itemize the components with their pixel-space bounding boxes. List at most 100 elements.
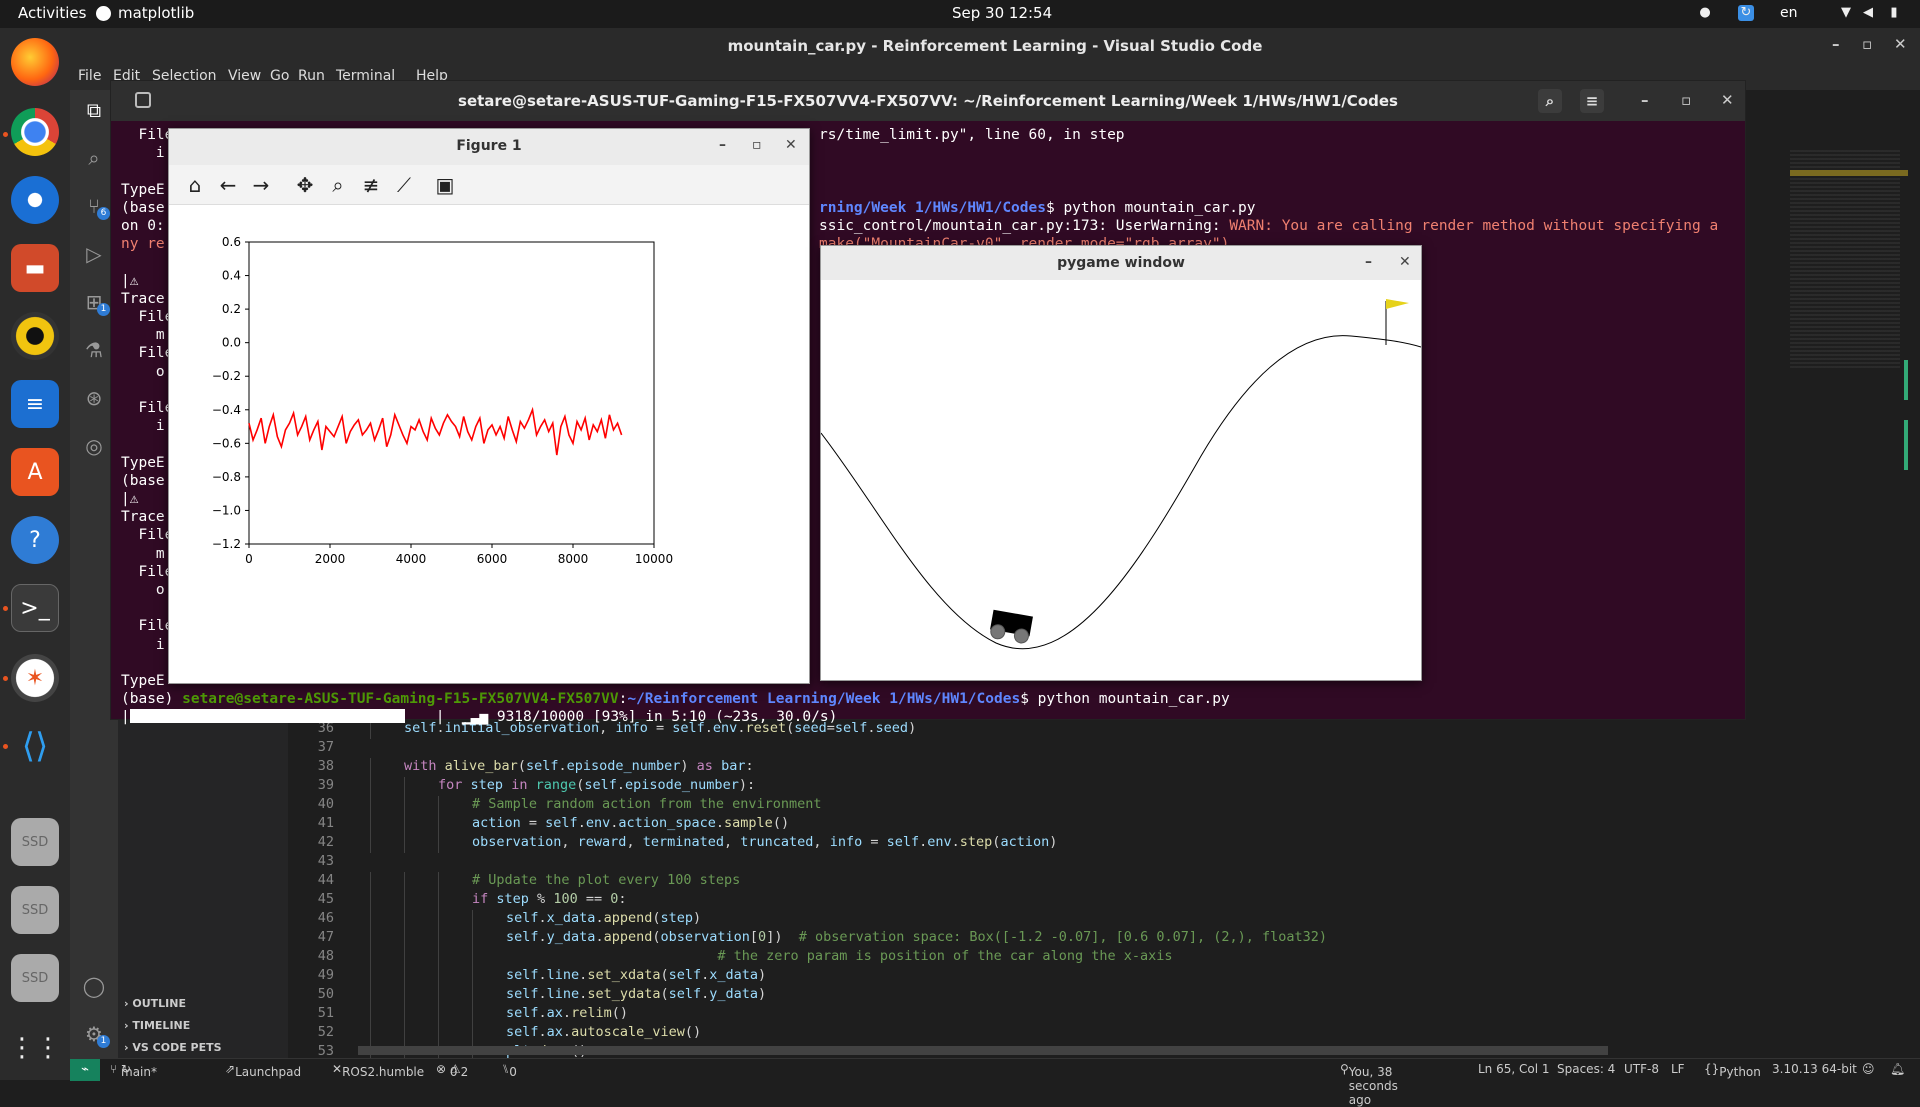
language-mode[interactable]: {} Python <box>1704 1062 1761 1079</box>
timeline-label: TIMELINE <box>132 1019 191 1032</box>
figure-maximize-button[interactable]: ▫ <box>752 137 762 153</box>
ghost-icon[interactable]: ● <box>1697 5 1713 21</box>
notifications-icon[interactable]: 🔔︎ <box>1890 1062 1905 1076</box>
encoding[interactable]: UTF-8 <box>1624 1062 1659 1076</box>
y-tick-label: −1.2 <box>212 537 241 551</box>
feedback-icon[interactable]: ☺ <box>1862 1062 1875 1076</box>
terminal-line: i <box>121 418 165 436</box>
activities-button[interactable]: Activities <box>18 4 86 22</box>
system-top-bar: Activities matplotlib Sep 30 12:54 ● ↻ e… <box>0 0 1920 28</box>
figure-close-button[interactable]: ✕ <box>785 137 797 153</box>
line-chart[interactable]: 0.6 0.4 0.2 0.0 −0.2 −0.4 −0.6 −0.8 −1.0 −1.2 0 200… <box>169 206 809 684</box>
terminal-minimize-button[interactable]: – <box>1641 91 1649 109</box>
ssd-drive-icon[interactable]: SSD <box>11 886 59 934</box>
terminal-text: o <box>121 582 165 598</box>
minimap[interactable] <box>1778 90 1920 1060</box>
launchpad-label: Launchpad <box>235 1065 302 1079</box>
show-apps-icon[interactable]: ⋮⋮ <box>9 1024 61 1072</box>
clock[interactable]: Sep 30 12:54 <box>952 4 1052 22</box>
app-center-icon[interactable]: A <box>11 448 59 496</box>
indent-guide <box>438 815 439 834</box>
indent-guide <box>404 986 405 1005</box>
terminal-search-icon[interactable]: ⌕ <box>1538 89 1562 113</box>
thunderbird-icon[interactable] <box>11 176 59 224</box>
terminal-text: m <box>121 545 165 562</box>
indent-guide <box>472 910 473 929</box>
battery-icon[interactable]: ▮ <box>1886 5 1902 21</box>
chrome-icon[interactable] <box>11 108 59 156</box>
writer-icon[interactable]: ≡ <box>11 380 59 428</box>
figure-minimize-button[interactable]: – <box>719 137 726 153</box>
indent-guide <box>404 910 405 929</box>
home-icon[interactable]: ⌂ <box>181 171 209 199</box>
timeline-section[interactable]: › TIMELINE <box>124 1019 190 1032</box>
pygame-close-button[interactable]: ✕ <box>1399 254 1411 270</box>
maximize-button[interactable]: ▫ <box>1862 35 1872 53</box>
app-indicator-icon[interactable]: ↻ <box>1738 5 1754 21</box>
pygame-minimize-button[interactable]: – <box>1365 254 1372 270</box>
input-language[interactable]: en <box>1780 5 1798 21</box>
launchpad-button[interactable]: ⇗ Launchpad <box>225 1062 301 1079</box>
ros-status[interactable]: ✕ ROS2.humble <box>332 1062 424 1079</box>
pets-section[interactable]: › VS CODE PETS <box>124 1041 222 1054</box>
cursor-position[interactable]: Ln 65, Col 1 <box>1478 1062 1550 1076</box>
files-icon[interactable]: ▬ <box>11 244 59 292</box>
ssd-drive-icon[interactable]: SSD <box>11 954 59 1002</box>
outline-section[interactable]: › OUTLINE <box>124 997 186 1010</box>
terminal-text: TypeE <box>121 673 165 689</box>
python-interpreter[interactable]: 3.10.13 64-bit <box>1772 1062 1857 1076</box>
indent-guide <box>404 1005 405 1024</box>
vscode-icon[interactable]: ⟨⟩ <box>11 722 59 770</box>
terminal-maximize-button[interactable]: ▫ <box>1681 91 1691 109</box>
ports-indicator[interactable]: ⑊ 0 <box>502 1062 517 1079</box>
zoom-icon[interactable]: ⌕ <box>324 171 352 199</box>
indentation[interactable]: Spaces: 4 <box>1557 1062 1615 1076</box>
terminal-line: File rs/time_limit.py", line 60, in step <box>121 127 1124 145</box>
matplotlib-figure-window[interactable]: Figure 1 – ▫ ✕ ⌂ ← → ✥ ⌕ ≢ ⟋ ▣ 0.6 0.4 0.2… <box>168 128 810 684</box>
code-text: self.ax.relim() <box>506 1005 628 1021</box>
menu-file[interactable]: File <box>78 68 101 84</box>
wifi-icon[interactable]: ▼ <box>1838 5 1854 21</box>
editor-hscrollbar[interactable] <box>358 1046 1608 1055</box>
ssd-drive-icon[interactable]: SSD <box>11 818 59 866</box>
rhythmbox-icon[interactable] <box>11 312 59 360</box>
code-text: with alive_bar(self.episode_number) as b… <box>404 758 754 774</box>
firefox-icon[interactable] <box>11 38 59 86</box>
y-tick-label: 0.6 <box>222 235 241 249</box>
minimize-button[interactable]: – <box>1832 35 1840 53</box>
close-button[interactable]: ✕ <box>1894 35 1907 53</box>
line-number: 46 <box>317 910 334 926</box>
help-icon[interactable]: ? <box>11 516 59 564</box>
edit-axis-icon[interactable]: ⟋ <box>390 171 418 199</box>
plot-frame <box>248 241 655 545</box>
git-blame[interactable]: ⚲ You, 38 seconds ago <box>1340 1062 1398 1107</box>
terminal-menu-icon[interactable]: ≡ <box>1580 89 1604 113</box>
indent-guide <box>472 929 473 948</box>
code-editor[interactable]: 36 self.initial_observation, info = self.… <box>288 720 1778 1062</box>
pan-icon[interactable]: ✥ <box>291 171 319 199</box>
active-app-name[interactable]: matplotlib <box>118 4 194 22</box>
save-figure-icon[interactable]: ▣ <box>431 171 459 199</box>
manage-gear-icon[interactable]: ⚙ 1 <box>70 1014 118 1054</box>
remote-indicator-icon[interactable]: ⌁ <box>70 1059 100 1081</box>
terminal-text: |⚠ <box>121 491 139 507</box>
line-number: 50 <box>317 986 334 1002</box>
indent-guide <box>370 872 371 891</box>
git-branch[interactable]: ⑂ main* ↻ <box>110 1062 157 1079</box>
indent-guide <box>370 891 371 910</box>
eol[interactable]: LF <box>1671 1062 1685 1076</box>
problems-indicator[interactable]: ⊗ 0 ⚠ 2 <box>436 1062 468 1079</box>
matplotlib-icon[interactable]: ✶ <box>11 654 59 702</box>
back-arrow-icon[interactable]: ← <box>214 171 242 199</box>
volume-icon[interactable]: ◀ <box>1860 5 1876 21</box>
terminal-close-button[interactable]: ✕ <box>1721 91 1734 109</box>
terminal-line: o <box>121 364 165 382</box>
indent-guide <box>404 948 405 967</box>
y-tick-label: −0.8 <box>212 470 241 484</box>
forward-arrow-icon[interactable]: → <box>247 171 275 199</box>
pygame-window[interactable]: pygame window – ✕ <box>820 245 1422 681</box>
accounts-icon[interactable]: ◯ <box>70 966 118 1006</box>
configure-subplots-icon[interactable]: ≢ <box>357 171 385 199</box>
car <box>990 609 1033 644</box>
terminal-icon[interactable]: >_ <box>11 584 59 632</box>
